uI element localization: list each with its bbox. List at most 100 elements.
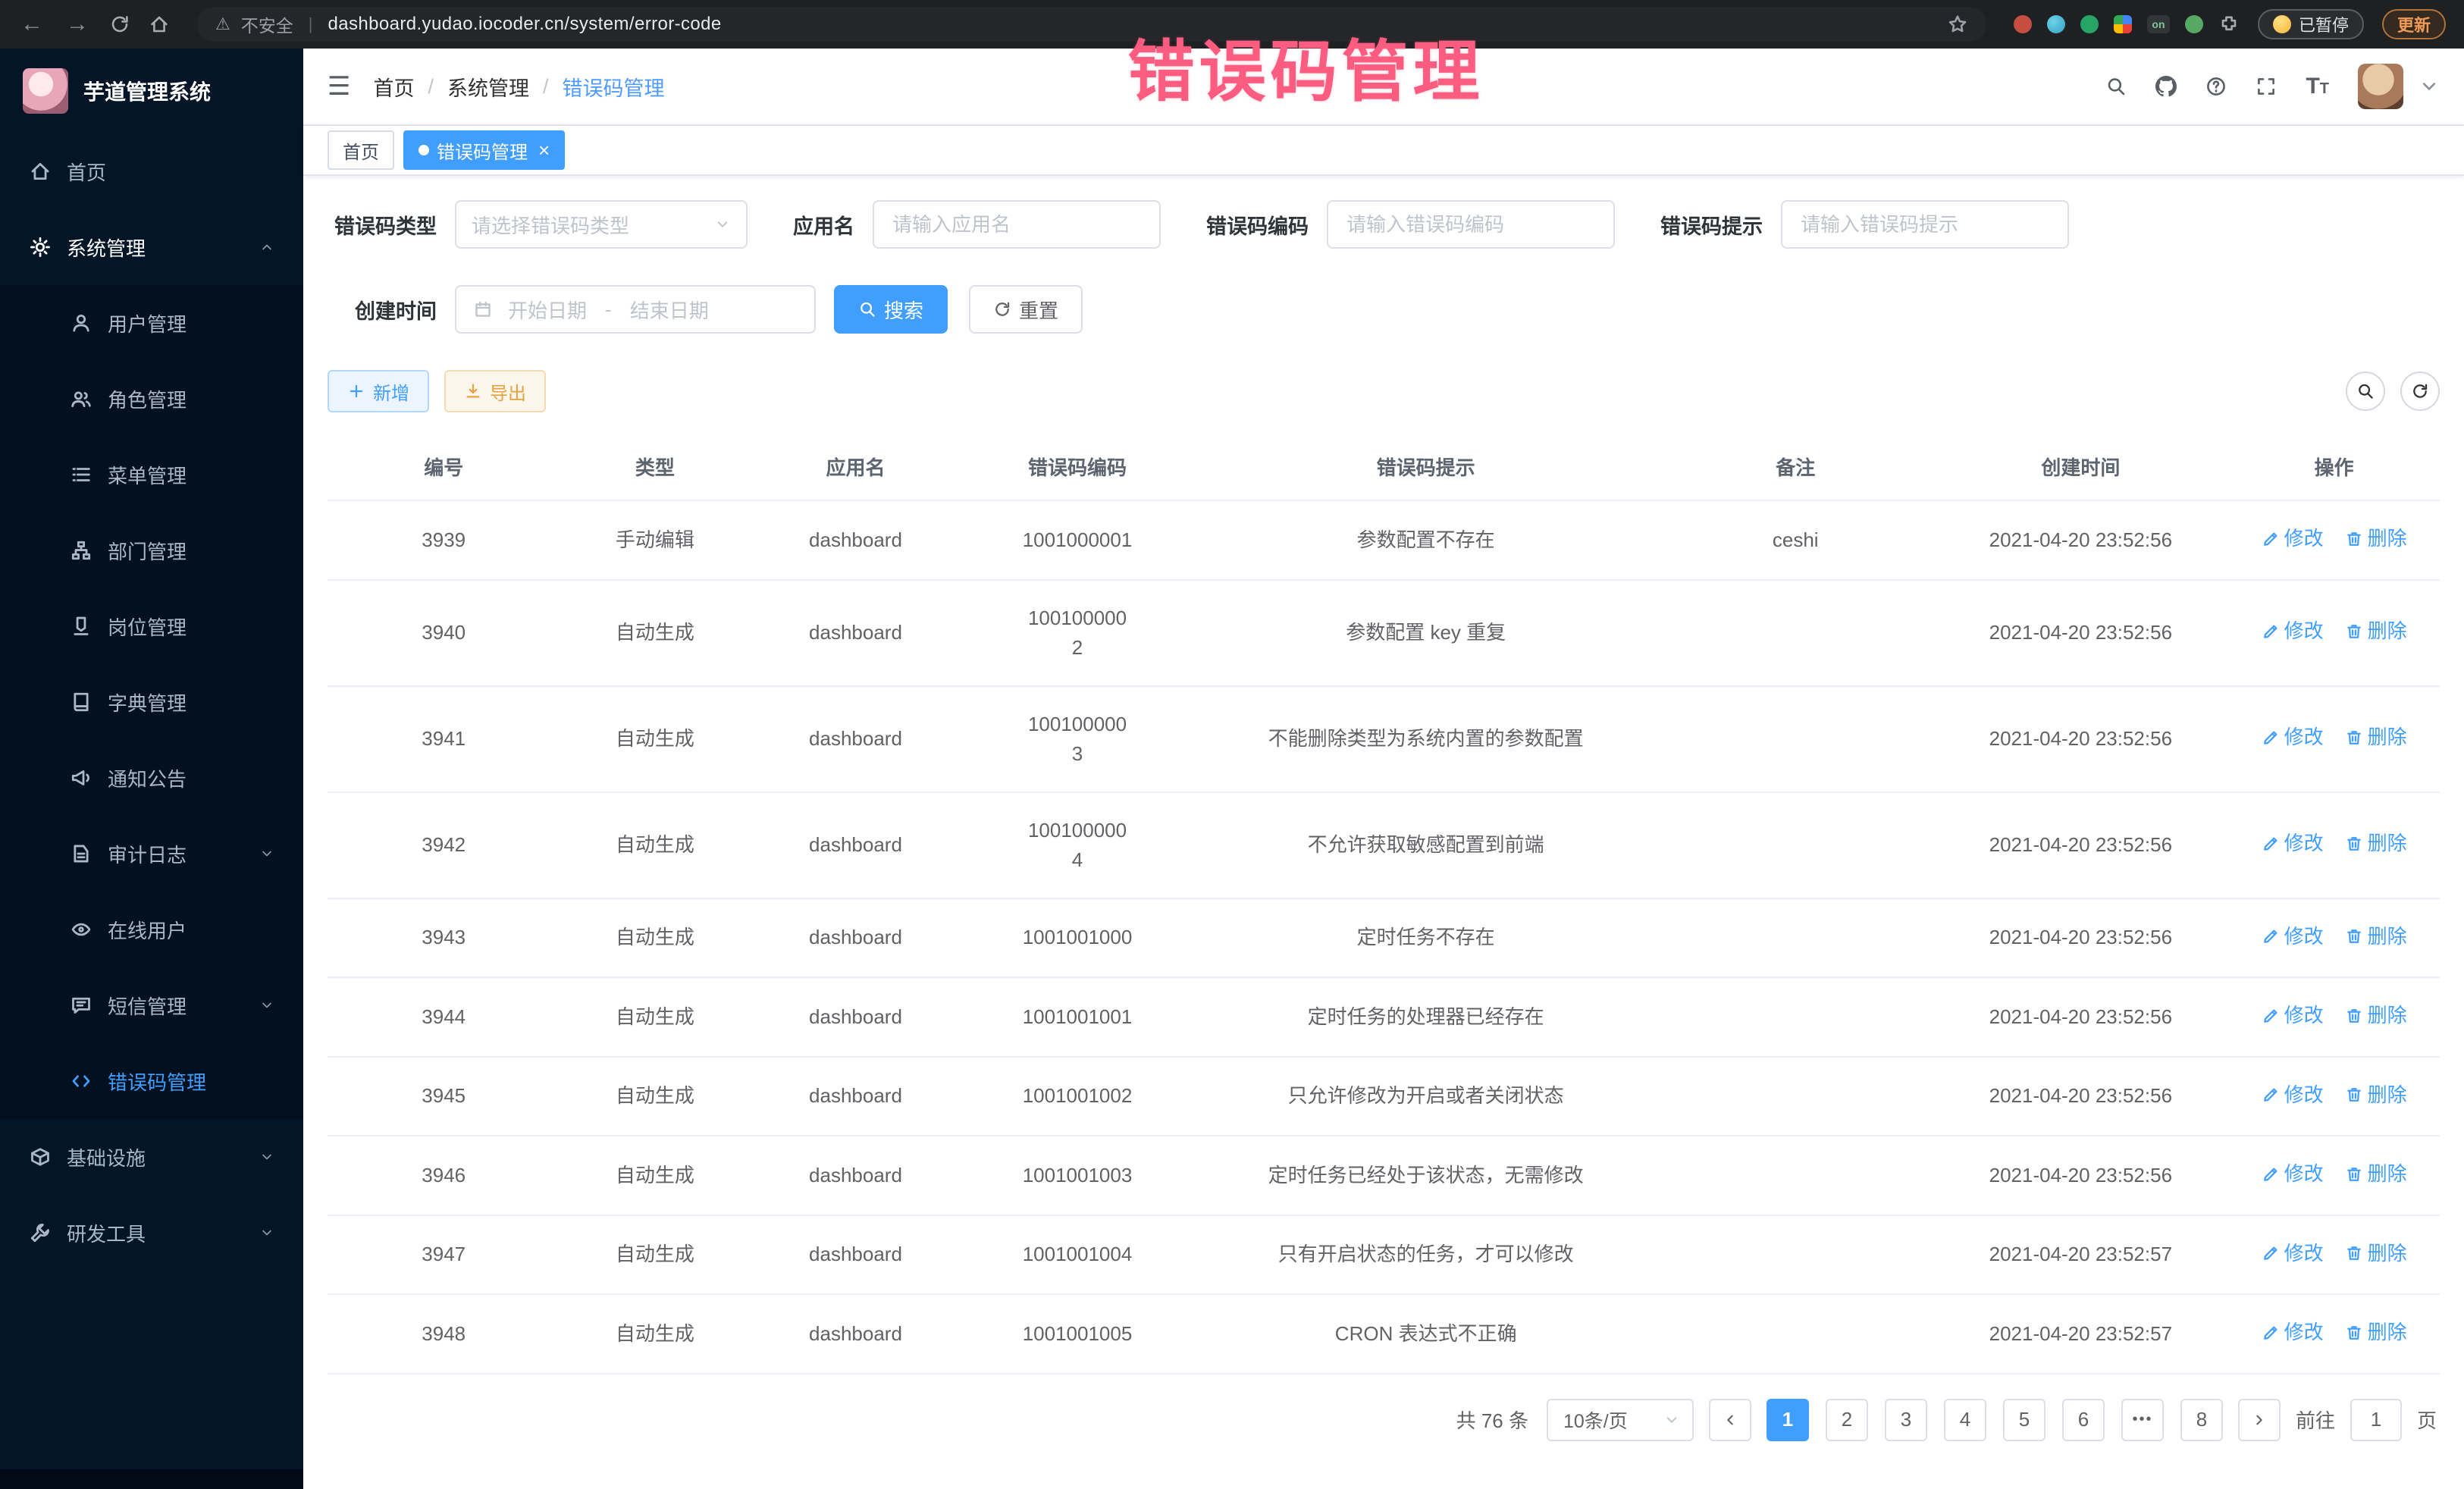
extensions-menu-icon[interactable] [2218, 14, 2240, 35]
user-avatar[interactable] [2358, 64, 2403, 109]
edit-link[interactable]: 修改 [2262, 1239, 2324, 1268]
page-size-select[interactable]: 10条/页 [1547, 1399, 1694, 1441]
address-bar[interactable]: ⚠ 不安全 | dashboard.yudao.iocoder.cn/syste… [197, 7, 1986, 42]
browser-home-icon[interactable] [149, 14, 170, 35]
browser-update-button[interactable]: 更新 [2382, 9, 2446, 39]
row-actions: 修改删除 [2228, 1294, 2440, 1374]
extension-icon[interactable] [2114, 15, 2132, 33]
extension-icon[interactable] [2047, 15, 2065, 33]
search-button[interactable]: 搜索 [834, 285, 948, 334]
delete-trash-icon [2345, 1086, 2363, 1104]
sidebar-item-error-code[interactable]: 错误码管理 [0, 1043, 303, 1119]
date-range-picker[interactable]: 开始日期 - 结束日期 [455, 285, 816, 334]
tab-close-icon[interactable]: × [538, 140, 550, 160]
extension-icon[interactable] [2185, 15, 2203, 33]
sidebar-item-system[interactable]: 系统管理 [0, 209, 303, 285]
page-button[interactable]: 1 [1766, 1399, 1809, 1441]
prev-page-button[interactable] [1709, 1399, 1751, 1441]
extension-icon[interactable]: on [2147, 15, 2170, 33]
delete-link[interactable]: 删除 [2345, 524, 2407, 553]
delete-link[interactable]: 删除 [2345, 616, 2407, 646]
toggle-search-button[interactable] [2346, 371, 2385, 411]
sidebar-item-menu[interactable]: 菜单管理 [0, 437, 303, 513]
app-name-input[interactable] [873, 200, 1161, 249]
sidebar-item-dict[interactable]: 字典管理 [0, 664, 303, 740]
refresh-table-button[interactable] [2400, 371, 2440, 411]
hamburger-icon[interactable]: ☰ [328, 71, 350, 102]
filter-code-label: 错误码编码 [1206, 210, 1309, 240]
delete-link[interactable]: 删除 [2345, 1159, 2407, 1189]
table-row: 3948自动生成dashboard1001001005CRON 表达式不正确20… [328, 1294, 2440, 1374]
font-size-icon[interactable]: TT [2306, 74, 2329, 99]
sidebar-item-sms[interactable]: 短信管理 [0, 967, 303, 1043]
page-button[interactable]: 4 [1944, 1399, 1986, 1441]
address-divider: | [309, 14, 313, 34]
tab-home[interactable]: 首页 [328, 130, 394, 170]
delete-link[interactable]: 删除 [2345, 1001, 2407, 1030]
total-count: 共 76 条 [1456, 1406, 1528, 1434]
home-icon [29, 160, 52, 183]
reset-button[interactable]: 重置 [969, 285, 1083, 334]
sidebar-item-dept[interactable]: 部门管理 [0, 513, 303, 588]
edit-link[interactable]: 修改 [2262, 723, 2324, 752]
page-button[interactable]: 2 [1826, 1399, 1868, 1441]
breadcrumb-item[interactable]: 首页 [373, 72, 414, 102]
edit-link[interactable]: 修改 [2262, 1159, 2324, 1189]
edit-link[interactable]: 修改 [2262, 1080, 2324, 1110]
delete-link[interactable]: 删除 [2345, 922, 2407, 951]
edit-link[interactable]: 修改 [2262, 524, 2324, 553]
delete-link[interactable]: 删除 [2345, 829, 2407, 858]
delete-link[interactable]: 删除 [2345, 1080, 2407, 1110]
error-code-input[interactable] [1327, 200, 1615, 249]
edit-link[interactable]: 修改 [2262, 1001, 2324, 1030]
error-hint-input[interactable] [1781, 200, 2069, 249]
sidebar-item-home[interactable]: 首页 [0, 133, 303, 209]
edit-link[interactable]: 修改 [2262, 829, 2324, 858]
bookmark-star-icon[interactable] [1947, 14, 1968, 35]
app-logo[interactable]: 芋道管理系统 [0, 49, 303, 133]
browser-forward-icon[interactable]: → [64, 11, 91, 37]
sidebar-item-dev-tools[interactable]: 研发工具 [0, 1195, 303, 1271]
sidebar-item-user[interactable]: 用户管理 [0, 285, 303, 361]
add-button[interactable]: 新增 [328, 370, 429, 412]
edit-link[interactable]: 修改 [2262, 616, 2324, 646]
page-button[interactable]: 3 [1885, 1399, 1927, 1441]
profile-paused-badge[interactable]: 已暂停 [2258, 9, 2364, 39]
help-icon[interactable] [2205, 76, 2227, 97]
header-search-icon[interactable] [2105, 76, 2127, 97]
page-button[interactable]: 5 [2003, 1399, 2045, 1441]
delete-link[interactable]: 删除 [2345, 1318, 2407, 1347]
error-type-select[interactable]: 请选择错误码类型 [455, 200, 748, 249]
browser-reload-icon[interactable] [109, 14, 130, 35]
page-more-button[interactable]: ••• [2121, 1399, 2164, 1441]
tab-error-code[interactable]: 错误码管理× [403, 130, 565, 170]
date-separator: - [605, 298, 612, 321]
avatar-caret-icon[interactable] [2419, 76, 2440, 97]
browser-back-icon[interactable]: ← [18, 11, 45, 37]
sidebar-item-role[interactable]: 角色管理 [0, 361, 303, 437]
breadcrumb-item[interactable]: 系统管理 [447, 72, 529, 102]
edit-link[interactable]: 修改 [2262, 1318, 2324, 1347]
delete-link[interactable]: 删除 [2345, 1239, 2407, 1268]
export-button[interactable]: 导出 [444, 370, 546, 412]
sidebar-item-audit-log[interactable]: 审计日志 [0, 816, 303, 892]
table-tools [2346, 371, 2440, 411]
goto-page-input[interactable] [2350, 1399, 2402, 1441]
cell-app: dashboard [750, 977, 961, 1057]
sidebar-item-infra[interactable]: 基础设施 [0, 1119, 303, 1195]
delete-link[interactable]: 删除 [2345, 723, 2407, 752]
fullscreen-icon[interactable] [2256, 76, 2277, 97]
cell-hint: 不能删除类型为系统内置的参数配置 [1193, 686, 1658, 792]
page-button[interactable]: 6 [2062, 1399, 2105, 1441]
extension-icon[interactable] [2080, 15, 2099, 33]
sidebar-item-online-user[interactable]: 在线用户 [0, 892, 303, 967]
cell-time: 2021-04-20 23:52:57 [1933, 1215, 2228, 1295]
github-icon[interactable] [2155, 76, 2177, 97]
page-button[interactable]: 8 [2180, 1399, 2223, 1441]
edit-link[interactable]: 修改 [2262, 922, 2324, 951]
sidebar-item-post[interactable]: 岗位管理 [0, 588, 303, 664]
app-title: 芋道管理系统 [83, 76, 211, 106]
next-page-button[interactable] [2238, 1399, 2281, 1441]
sidebar-item-notice[interactable]: 通知公告 [0, 740, 303, 816]
extension-icon[interactable] [2014, 15, 2032, 33]
